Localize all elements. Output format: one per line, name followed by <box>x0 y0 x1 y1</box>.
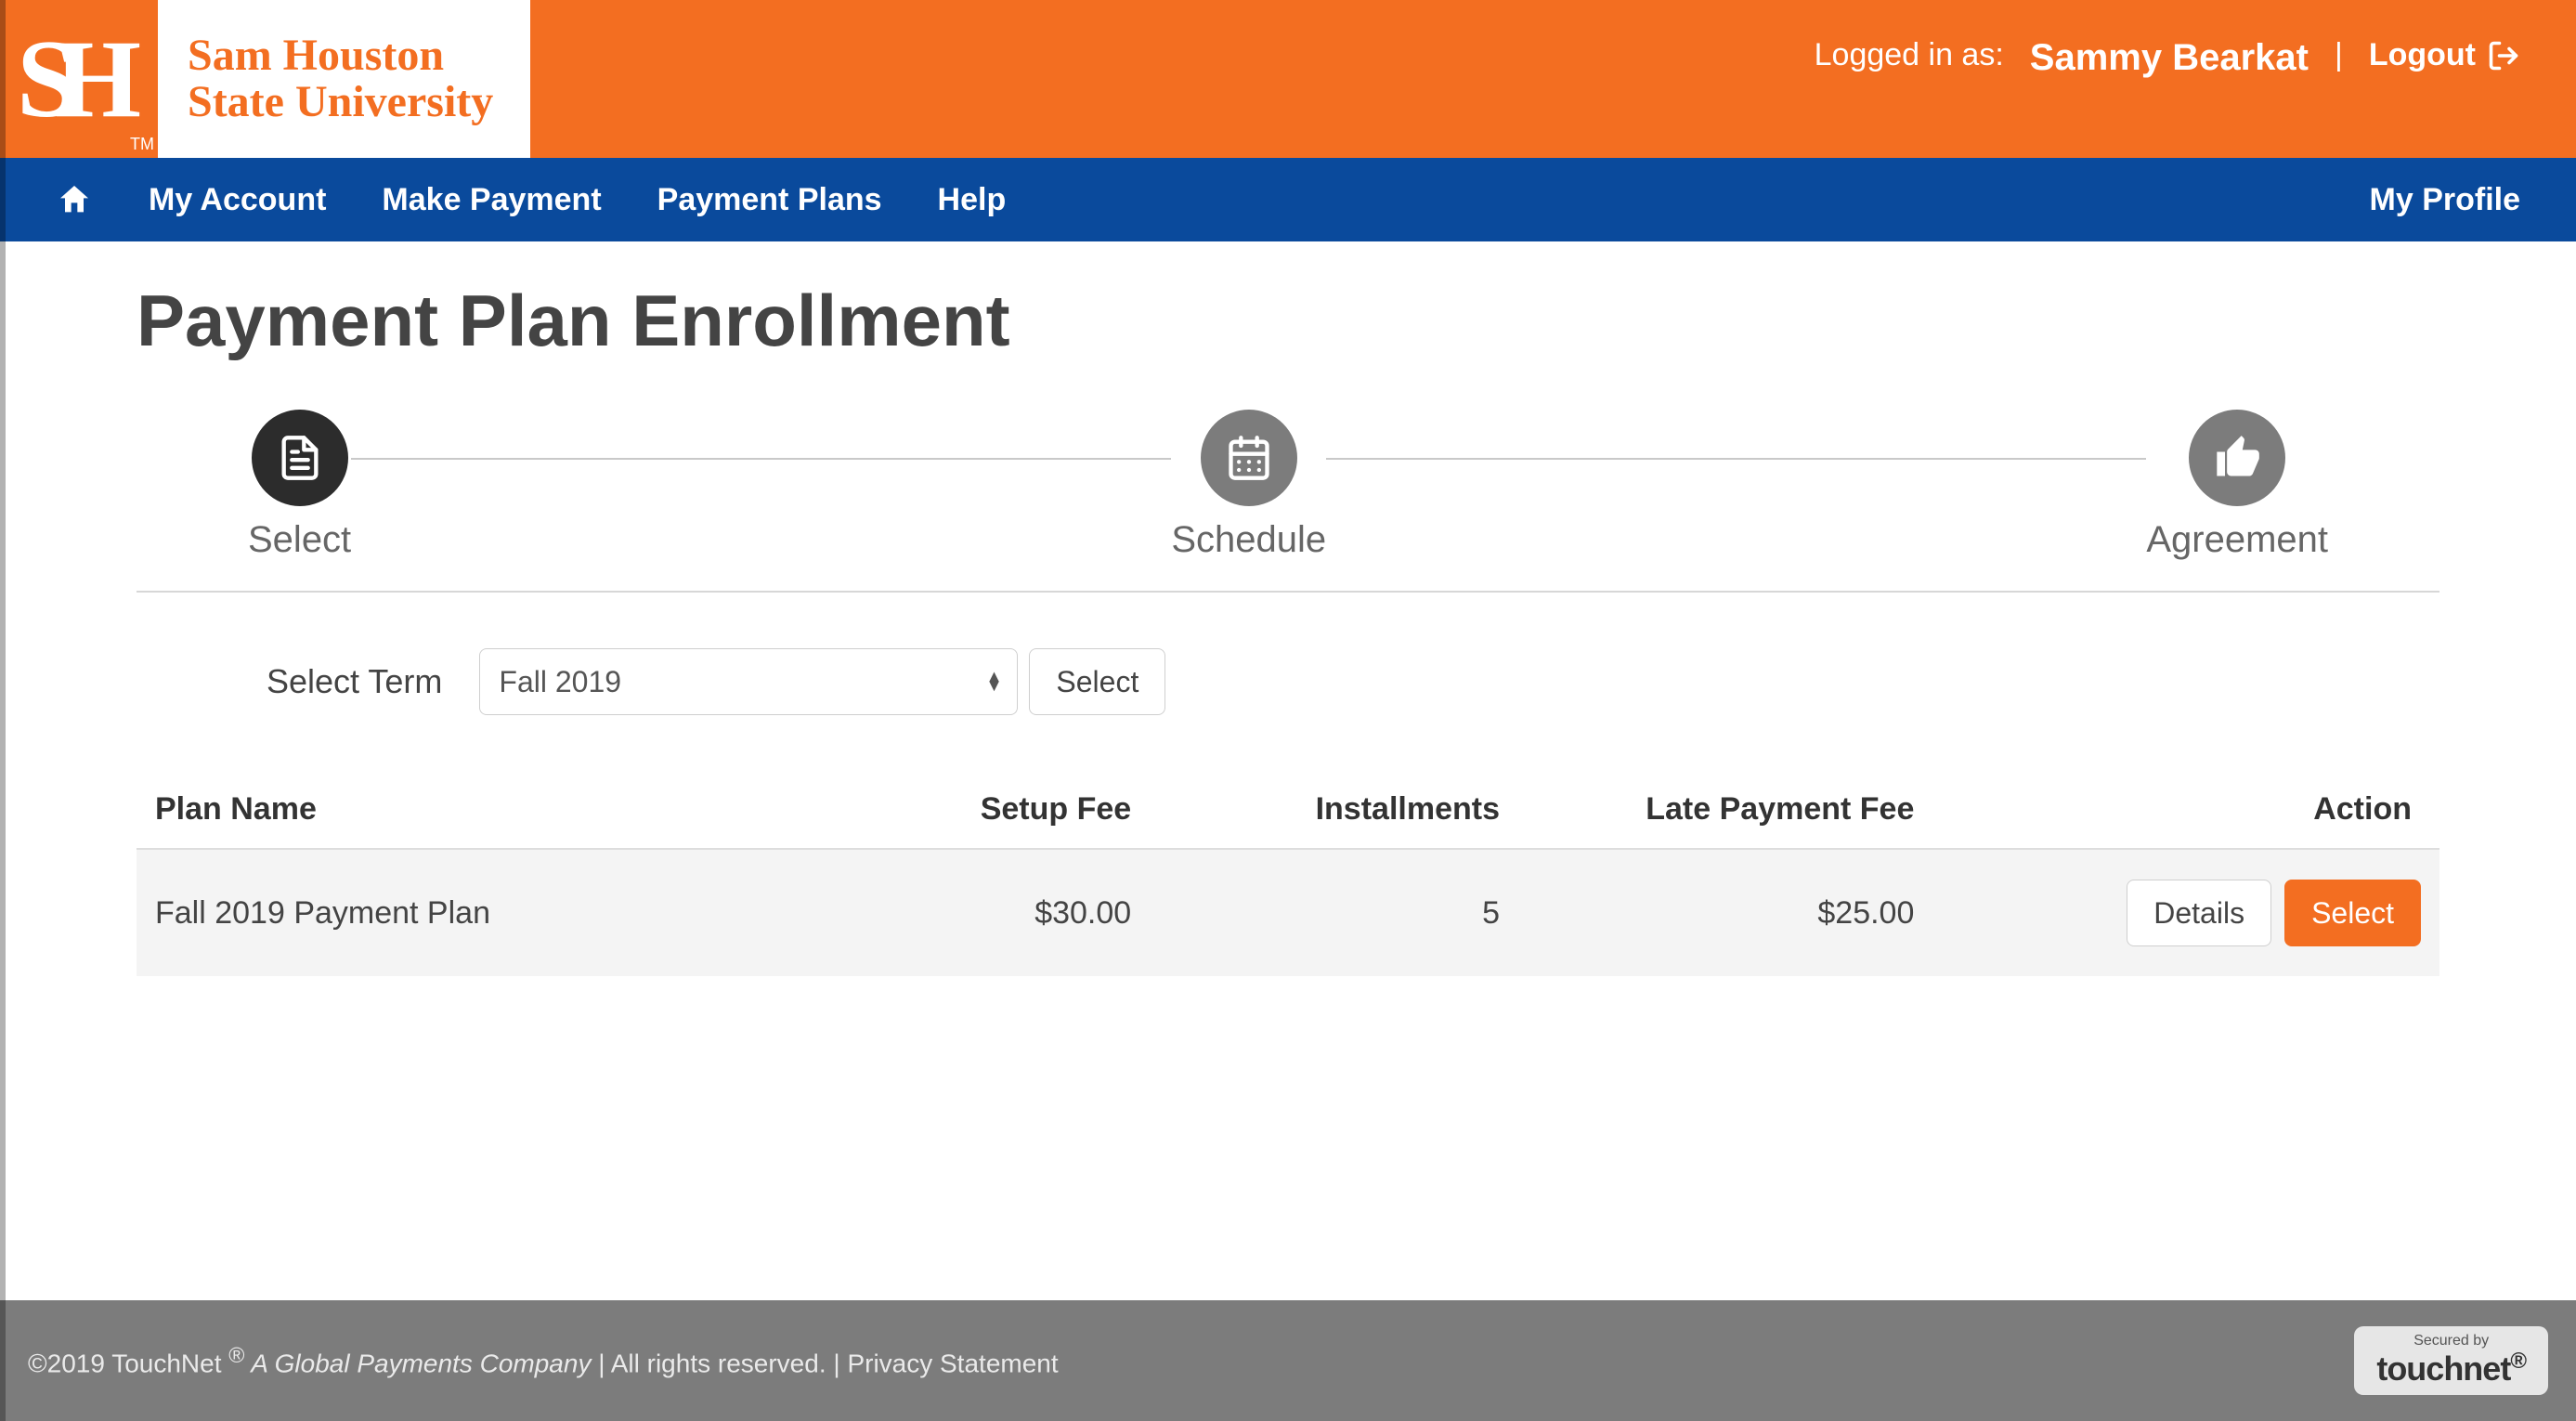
th-installments: Installments <box>1150 771 1518 849</box>
footer-left: ©2019 TouchNet ® A Global Payments Compa… <box>28 1343 1059 1378</box>
logo-line2: State University <box>188 79 493 125</box>
logo-line1: Sam Houston <box>188 33 493 79</box>
footer-reg: ® <box>228 1343 244 1367</box>
th-action: Action <box>1932 771 2439 849</box>
logged-in-label: Logged in as: <box>1815 37 2004 73</box>
term-select[interactable]: Fall 2019 ▲▼ <box>479 648 1018 715</box>
footer: ©2019 TouchNet ® A Global Payments Compa… <box>0 1300 2576 1421</box>
term-selected-value: Fall 2019 <box>499 665 621 699</box>
step-schedule-circle <box>1201 410 1297 506</box>
touchnet-badge[interactable]: Secured by touchnet® <box>2354 1326 2548 1395</box>
badge-brand: touchnet® <box>2376 1350 2526 1386</box>
footer-copyright-prefix: ©2019 TouchNet <box>28 1349 228 1377</box>
main-container: Payment Plan Enrollment Select Schedule <box>137 241 2439 976</box>
privacy-link[interactable]: Privacy Statement <box>847 1349 1058 1377</box>
logo-text[interactable]: Sam Houston State University <box>158 0 530 158</box>
details-button[interactable]: Details <box>2127 880 2271 946</box>
sign-out-icon <box>2487 39 2520 72</box>
footer-rights: | All rights reserved. | <box>591 1349 847 1377</box>
document-icon <box>276 434 324 482</box>
table-header-row: Plan Name Setup Fee Installments Late Pa… <box>137 771 2439 849</box>
cell-late-fee: $25.00 <box>1518 849 1932 976</box>
step-select-circle <box>252 410 348 506</box>
cell-action: Details Select <box>1932 849 2439 976</box>
logo-block: SH TM Sam Houston State University <box>0 0 530 158</box>
cell-installments: 5 <box>1150 849 1518 976</box>
top-header: SH TM Sam Houston State University Logge… <box>0 0 2576 158</box>
term-label: Select Term <box>267 662 442 701</box>
user-name-link[interactable]: Sammy Bearkat <box>2030 37 2309 79</box>
step-agreement-circle <box>2189 410 2285 506</box>
nav-make-payment[interactable]: Make Payment <box>382 182 601 218</box>
select-caret-icon: ▲▼ <box>986 672 1003 691</box>
step-schedule-label: Schedule <box>1171 519 1326 561</box>
row-action-buttons: Details Select <box>2127 880 2421 946</box>
nav-payment-plans[interactable]: Payment Plans <box>657 182 882 218</box>
select-plan-button[interactable]: Select <box>2284 880 2421 946</box>
home-icon[interactable] <box>56 181 93 218</box>
user-divider: | <box>2335 37 2343 73</box>
step-line-2 <box>1326 458 2146 460</box>
calendar-icon <box>1225 434 1273 482</box>
th-plan-name: Plan Name <box>137 771 874 849</box>
step-agreement: Agreement <box>2146 410 2328 561</box>
logout-link[interactable]: Logout <box>2369 37 2520 73</box>
nav-left: My Account Make Payment Payment Plans He… <box>56 181 1006 218</box>
step-schedule: Schedule <box>1171 410 1326 561</box>
nav-my-account[interactable]: My Account <box>149 182 326 218</box>
user-area: Logged in as: Sammy Bearkat | Logout <box>1815 0 2576 158</box>
cell-plan-name: Fall 2019 Payment Plan <box>137 849 874 976</box>
logo-tm: TM <box>130 135 154 154</box>
term-select-group: Fall 2019 ▲▼ Select <box>479 648 1165 715</box>
window-left-shadow <box>0 0 6 1421</box>
main-nav: My Account Make Payment Payment Plans He… <box>0 158 2576 241</box>
logout-label: Logout <box>2369 37 2476 73</box>
nav-right: My Profile <box>2370 182 2520 218</box>
thumbs-up-icon <box>2213 434 2261 482</box>
footer-gp: A Global Payments Company <box>244 1349 591 1377</box>
cell-setup-fee: $30.00 <box>874 849 1151 976</box>
table-row: Fall 2019 Payment Plan $30.00 5 $25.00 D… <box>137 849 2439 976</box>
nav-help[interactable]: Help <box>938 182 1007 218</box>
term-select-button[interactable]: Select <box>1029 648 1165 715</box>
logo-monogram-sh: SH <box>17 15 141 143</box>
th-setup-fee: Setup Fee <box>874 771 1151 849</box>
page-title: Payment Plan Enrollment <box>137 279 2439 363</box>
step-agreement-label: Agreement <box>2146 519 2328 561</box>
nav-my-profile[interactable]: My Profile <box>2370 182 2520 217</box>
progress-stepper: Select Schedule Agreement <box>137 410 2439 561</box>
th-late-fee: Late Payment Fee <box>1518 771 1932 849</box>
term-row: Select Term Fall 2019 ▲▼ Select <box>137 593 2439 771</box>
logo-monogram[interactable]: SH TM <box>0 0 158 158</box>
plans-table: Plan Name Setup Fee Installments Late Pa… <box>137 771 2439 976</box>
step-select-label: Select <box>248 519 351 561</box>
step-line-1 <box>351 458 1171 460</box>
badge-small: Secured by <box>2413 1334 2489 1349</box>
step-select: Select <box>248 410 351 561</box>
